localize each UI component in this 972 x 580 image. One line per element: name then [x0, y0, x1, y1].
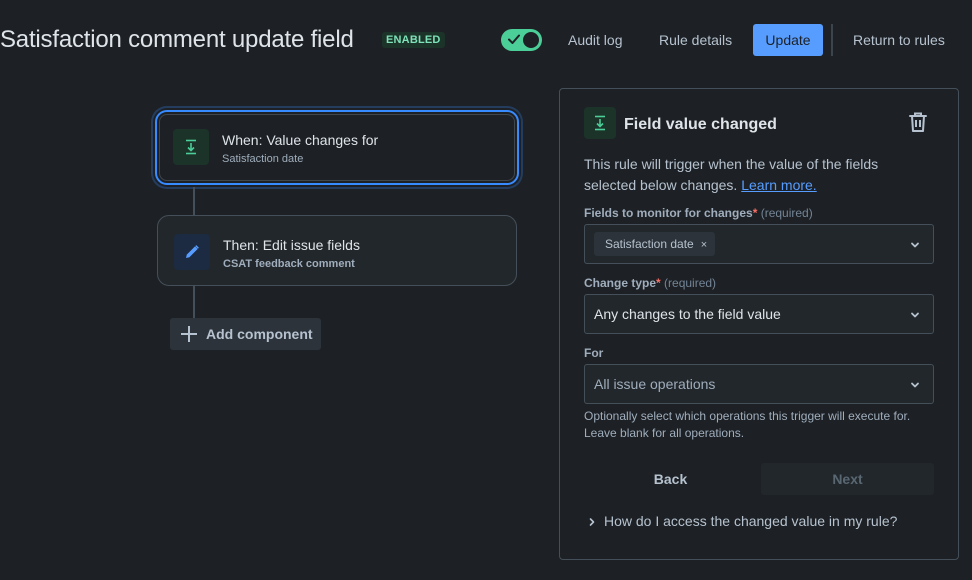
- trigger-node[interactable]: When: Value changes for Satisfaction dat…: [155, 110, 519, 185]
- faq-label: How do I access the changed value in my …: [604, 513, 898, 529]
- pencil-icon: [174, 234, 210, 270]
- field-download-icon: [173, 129, 209, 165]
- rule-enabled-toggle[interactable]: [501, 29, 542, 51]
- back-button[interactable]: Back: [584, 463, 757, 495]
- field-download-icon: [584, 107, 616, 139]
- change-type-label: Change type* (required): [584, 276, 717, 290]
- learn-more-link[interactable]: Learn more.: [741, 177, 816, 193]
- action-node[interactable]: Then: Edit issue fields CSAT feedback co…: [157, 215, 517, 286]
- chip-remove-icon[interactable]: ×: [701, 239, 707, 251]
- check-icon: [508, 34, 520, 44]
- status-badge: ENABLED: [382, 32, 445, 48]
- flow-connector: [193, 286, 195, 318]
- panel-description: This rule will trigger when the value of…: [584, 156, 879, 193]
- trash-icon[interactable]: [906, 110, 930, 134]
- chevron-down-icon: [911, 382, 919, 388]
- page-title: Satisfaction comment update field: [0, 26, 354, 53]
- change-type-value: Any changes to the field value: [594, 306, 781, 322]
- chevron-down-icon: [911, 312, 919, 318]
- trigger-config-panel: Field value changed This rule will trigg…: [559, 88, 959, 560]
- update-button[interactable]: Update: [753, 24, 823, 56]
- trigger-subtitle: Satisfaction date: [222, 153, 304, 165]
- for-placeholder: All issue operations: [594, 376, 716, 392]
- action-subtitle: CSAT feedback comment: [223, 258, 355, 270]
- return-to-rules-link[interactable]: Return to rules: [853, 24, 945, 56]
- next-button[interactable]: Next: [761, 463, 934, 495]
- for-select[interactable]: All issue operations: [584, 364, 934, 404]
- audit-log-link[interactable]: Audit log: [568, 24, 622, 56]
- add-component-label: Add component: [206, 326, 313, 342]
- fields-to-monitor-label: Fields to monitor for changes* (required…: [584, 206, 813, 220]
- chevron-right-icon: [589, 518, 595, 526]
- for-helper-text: Optionally select which operations this …: [584, 409, 911, 440]
- change-type-select[interactable]: Any changes to the field value: [584, 294, 934, 334]
- toggle-knob: [523, 32, 539, 48]
- header-divider: [831, 24, 833, 56]
- rule-details-link[interactable]: Rule details: [659, 24, 732, 56]
- chevron-down-icon: [911, 242, 919, 248]
- plus-icon: [181, 326, 197, 342]
- for-label: For: [584, 346, 604, 360]
- flow-connector: [193, 187, 195, 215]
- trigger-title: When: Value changes for: [222, 132, 379, 148]
- fields-to-monitor-select[interactable]: Satisfaction date ×: [584, 224, 934, 264]
- action-title: Then: Edit issue fields: [223, 237, 360, 253]
- field-chip: Satisfaction date ×: [594, 232, 716, 256]
- panel-title: Field value changed: [624, 116, 777, 133]
- add-component-button[interactable]: Add component: [170, 318, 321, 350]
